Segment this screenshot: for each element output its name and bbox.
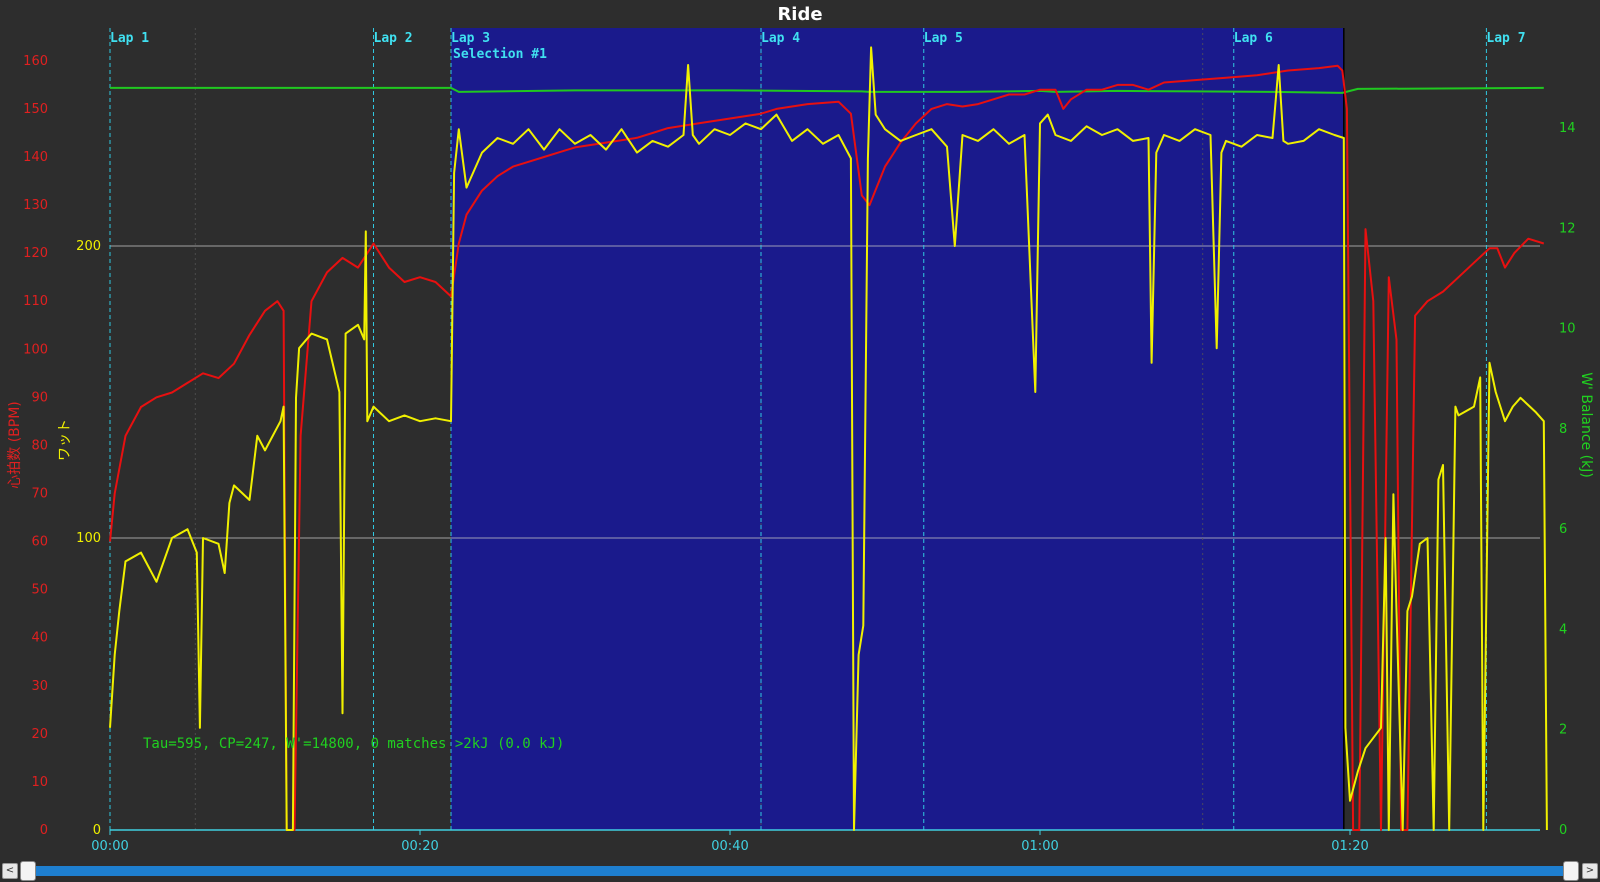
x-tick-label: 00:40 <box>711 839 748 854</box>
hr-tick-label: 150 <box>23 102 48 117</box>
hr-tick-label: 0 <box>40 823 48 838</box>
hr-tick-label: 130 <box>23 198 48 213</box>
scroll-handle-right[interactable] <box>1563 861 1579 881</box>
watt-tick-label: 0 <box>93 823 101 838</box>
watt-axis-title: ワット <box>57 419 73 461</box>
hr-tick-label: 10 <box>31 775 48 790</box>
hr-tick-label: 140 <box>23 150 48 165</box>
hr-tick-label: 80 <box>31 438 48 453</box>
hr-tick-label: 120 <box>23 246 48 261</box>
wbal-tick-label: 14 <box>1559 121 1576 136</box>
hr-tick-label: 30 <box>31 679 48 694</box>
hr-tick-label: 160 <box>23 54 48 69</box>
selection-label: Selection #1 <box>453 47 547 62</box>
wbal-tick-label: 4 <box>1559 622 1567 637</box>
x-tick-label: 01:20 <box>1331 839 1368 854</box>
lap-label-6: Lap 6 <box>1234 31 1273 46</box>
x-tick-label: 01:00 <box>1021 839 1058 854</box>
hr-tick-label: 60 <box>31 535 48 550</box>
hr-axis-title: 心拍数 (BPM) <box>7 401 23 489</box>
scroll-handle-left[interactable] <box>20 861 36 881</box>
lap-label-2: Lap 2 <box>374 31 413 46</box>
lap-label-4: Lap 4 <box>761 31 800 46</box>
hr-tick-label: 110 <box>23 294 48 309</box>
hr-tick-label: 40 <box>31 631 48 646</box>
time-scrollbar[interactable]: < > <box>0 860 1600 882</box>
scroll-left-button[interactable]: < <box>2 863 18 879</box>
lap-label-1: Lap 1 <box>110 31 149 46</box>
wbal-tick-label: 6 <box>1559 522 1567 537</box>
wbal-axis-title: W' Balance (kJ) <box>1578 372 1594 478</box>
lap-label-7: Lap 7 <box>1486 31 1525 46</box>
x-tick-label: 00:00 <box>91 839 128 854</box>
watt-tick-label: 200 <box>76 239 101 254</box>
wbal-tick-label: 0 <box>1559 823 1567 838</box>
wbal-tick-label: 10 <box>1559 322 1576 337</box>
wbal-tick-label: 2 <box>1559 723 1567 738</box>
chart-title: Ride <box>777 4 822 25</box>
hr-tick-label: 90 <box>31 390 48 405</box>
x-tick-label: 00:20 <box>401 839 438 854</box>
scroll-right-button[interactable]: > <box>1582 863 1598 879</box>
wbal-annotation: Tau=595, CP=247, W'=14800, 0 matches >2k… <box>143 736 564 752</box>
lap-label-5: Lap 5 <box>924 31 963 46</box>
scroll-track[interactable] <box>26 866 1574 876</box>
wbal-tick-label: 8 <box>1559 422 1567 437</box>
hr-tick-label: 70 <box>31 486 48 501</box>
lap-label-3: Lap 3 <box>451 31 490 46</box>
watt-tick-label: 100 <box>76 531 101 546</box>
wbal-tick-label: 12 <box>1559 221 1576 236</box>
hr-tick-label: 20 <box>31 727 48 742</box>
hr-tick-label: 100 <box>23 342 48 357</box>
ride-chart: Selection #1 Lap 1 Lap 2 Lap 3 Lap 4 Lap 5 La… <box>0 0 1600 882</box>
hr-tick-label: 50 <box>31 583 48 598</box>
